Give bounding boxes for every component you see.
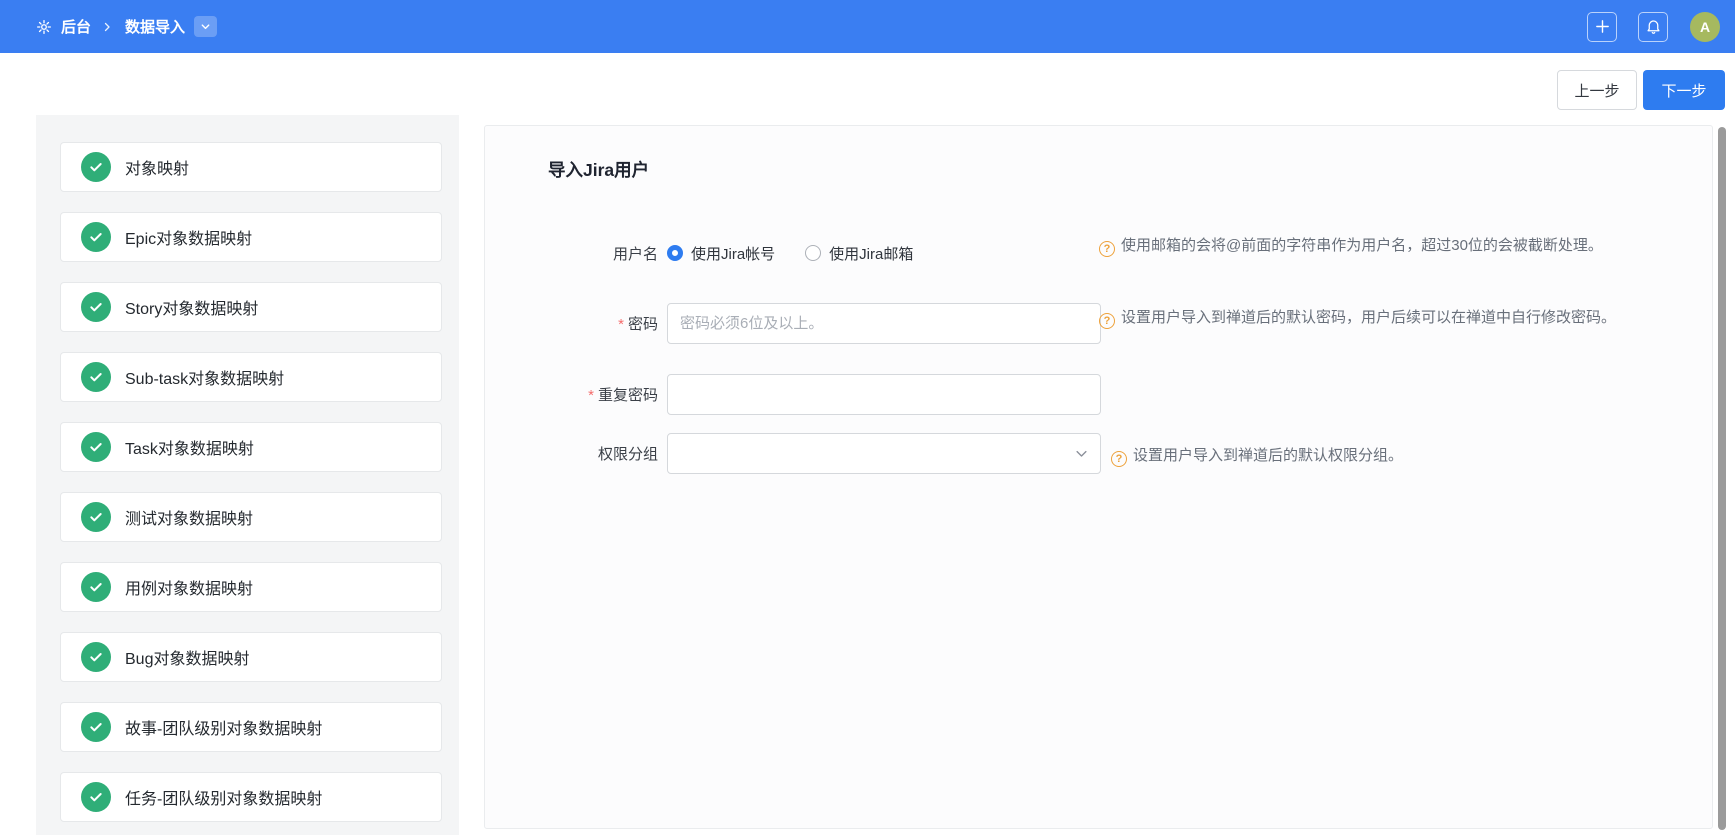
page-title: 导入Jira用户	[548, 157, 649, 182]
check-icon	[81, 222, 111, 252]
step-label: 用例对象数据映射	[125, 575, 253, 599]
help-icon: ?	[1099, 313, 1115, 329]
group-label: 权限分组	[485, 443, 658, 464]
step-label: 对象映射	[125, 155, 189, 179]
step-card[interactable]: 用例对象数据映射	[60, 562, 442, 612]
check-icon	[81, 642, 111, 672]
repeat-password-row: *重复密码	[485, 373, 1585, 415]
prev-step-button[interactable]: 上一步	[1557, 70, 1637, 110]
password-help: ?设置用户导入到禅道后的默认密码，用户后续可以在禅道中自行修改密码。	[1099, 306, 1626, 330]
check-icon	[81, 782, 111, 812]
username-help: ?使用邮箱的会将@前面的字符串作为用户名，超过30位的会被截断处理。	[1099, 234, 1626, 258]
radio-use-jira-email[interactable]	[805, 245, 821, 261]
select-chevron-icon	[1074, 446, 1089, 466]
required-asterisk: *	[618, 316, 624, 333]
check-icon	[81, 152, 111, 182]
help-icon: ?	[1111, 451, 1127, 467]
gear-icon	[36, 19, 52, 35]
breadcrumb-current[interactable]: 数据导入	[125, 16, 185, 37]
step-label: Story对象数据映射	[125, 295, 258, 319]
password-input[interactable]	[667, 303, 1101, 344]
radio-option-label[interactable]: 使用Jira邮箱	[829, 243, 913, 264]
repeat-password-label: *重复密码	[485, 384, 658, 405]
step-label: Task对象数据映射	[125, 435, 254, 459]
help-icon: ?	[1099, 241, 1115, 257]
page-scrollbar[interactable]	[1718, 127, 1726, 830]
check-icon	[81, 432, 111, 462]
step-label: 测试对象数据映射	[125, 505, 253, 529]
add-button[interactable]	[1587, 12, 1617, 42]
step-list: 对象映射 Epic对象数据映射 Story对象数据映射 Sub-task对象数据…	[36, 115, 459, 835]
step-label: Epic对象数据映射	[125, 225, 252, 249]
content-panel: 导入Jira用户 用户名 使用Jira帐号 使用Jira邮箱 ?使用邮箱的会将@…	[484, 125, 1713, 829]
breadcrumb-home[interactable]: 后台	[61, 16, 91, 37]
next-step-button[interactable]: 下一步	[1643, 70, 1725, 110]
chevron-right-icon	[101, 21, 113, 33]
step-card[interactable]: Epic对象数据映射	[60, 212, 442, 262]
group-help: ?设置用户导入到禅道后的默认权限分组。	[1111, 444, 1638, 468]
password-label: *密码	[485, 313, 658, 334]
step-card[interactable]: Task对象数据映射	[60, 422, 442, 472]
breadcrumb: 后台 数据导入	[36, 16, 217, 37]
check-icon	[81, 712, 111, 742]
check-icon	[81, 292, 111, 322]
repeat-password-input[interactable]	[667, 374, 1101, 415]
notifications-button[interactable]	[1638, 12, 1668, 42]
step-card[interactable]: Sub-task对象数据映射	[60, 352, 442, 402]
step-card[interactable]: Bug对象数据映射	[60, 632, 442, 682]
chevron-down-icon	[200, 21, 211, 32]
check-icon	[81, 572, 111, 602]
breadcrumb-dropdown-button[interactable]	[194, 16, 217, 37]
step-card[interactable]: 故事-团队级别对象数据映射	[60, 702, 442, 752]
step-card[interactable]: 任务-团队级别对象数据映射	[60, 772, 442, 822]
username-label: 用户名	[485, 243, 658, 264]
step-label: Sub-task对象数据映射	[125, 365, 284, 389]
step-card[interactable]: 对象映射	[60, 142, 442, 192]
step-label: 故事-团队级别对象数据映射	[125, 715, 322, 739]
radio-option-label[interactable]: 使用Jira帐号	[691, 243, 775, 264]
step-card[interactable]: Story对象数据映射	[60, 282, 442, 332]
step-card[interactable]: 测试对象数据映射	[60, 492, 442, 542]
check-icon	[81, 362, 111, 392]
bell-icon	[1645, 18, 1662, 35]
plus-icon	[1594, 18, 1611, 35]
radio-use-jira-account[interactable]	[667, 245, 683, 261]
user-avatar[interactable]: A	[1690, 12, 1720, 42]
group-select[interactable]	[667, 433, 1101, 474]
step-label: 任务-团队级别对象数据映射	[125, 785, 322, 809]
top-navigation-bar: 后台 数据导入 A	[0, 0, 1735, 53]
step-label: Bug对象数据映射	[125, 645, 249, 669]
wizard-nav-buttons: 上一步 下一步	[1557, 70, 1725, 110]
required-asterisk: *	[588, 387, 594, 404]
check-icon	[81, 502, 111, 532]
topbar-actions: A	[1587, 12, 1720, 42]
